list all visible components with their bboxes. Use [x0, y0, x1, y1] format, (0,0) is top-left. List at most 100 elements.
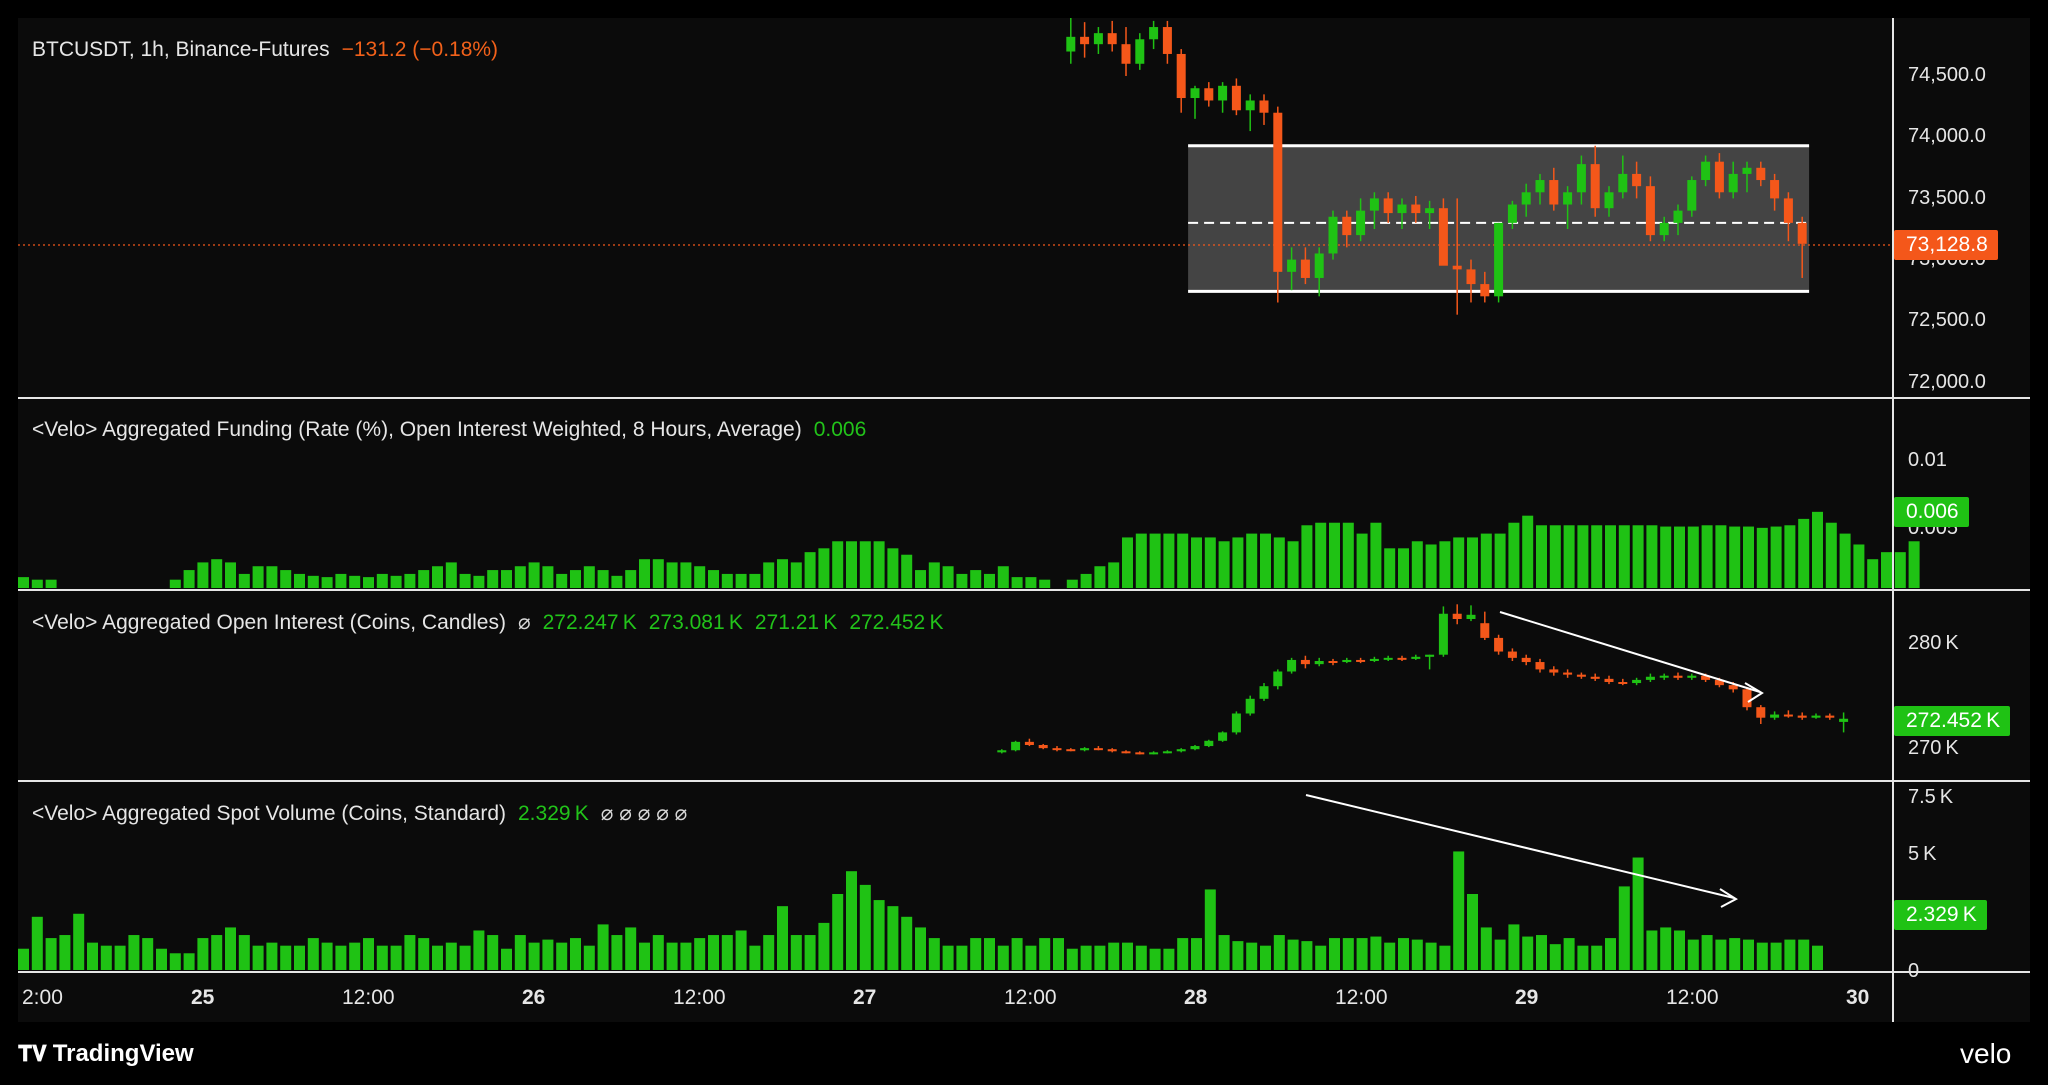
funding-bar: [749, 573, 761, 588]
volume-bar: [694, 938, 706, 970]
funding-bar: [1439, 541, 1451, 588]
volume-bar: [542, 939, 554, 970]
volume-bar: [1370, 936, 1382, 970]
volume-bar: [639, 942, 650, 970]
chart-canvas[interactable]: [0, 0, 2048, 1085]
volume-bar: [583, 945, 595, 970]
funding-bar: [528, 562, 540, 588]
volume-bar: [846, 871, 857, 970]
volume-bar: [183, 953, 195, 970]
funding-bar: [1149, 533, 1161, 588]
funding-bar: [1273, 537, 1285, 588]
oi-candle: [1369, 658, 1379, 661]
tradingview-logo[interactable]: 𝐓𝐕 TradingView: [18, 1040, 194, 1068]
volume-bar: [1701, 935, 1713, 970]
volume-bar: [625, 927, 637, 970]
funding-bar: [1715, 525, 1727, 588]
volume-bar: [238, 935, 250, 970]
oi-candle: [1728, 685, 1738, 690]
volume-bar: [1577, 945, 1589, 970]
time-tick-label: 30: [1846, 986, 1870, 1009]
price-candle: [1645, 186, 1655, 236]
price-candle: [1783, 198, 1793, 223]
volume-bar: [225, 927, 236, 970]
volume-bar: [1398, 938, 1409, 970]
funding-bar: [363, 577, 374, 588]
oi-candle: [1549, 669, 1559, 673]
oi-candle: [1811, 715, 1821, 718]
funding-bar: [570, 570, 581, 588]
price-candle: [1466, 269, 1476, 285]
volume-bar: [1329, 938, 1340, 970]
volume-bar: [1756, 942, 1768, 970]
oi-candle: [1770, 714, 1780, 718]
funding-bar: [873, 541, 885, 588]
volume-bar: [1646, 930, 1658, 970]
volume-bar: [18, 948, 29, 970]
funding-bar: [1536, 525, 1547, 588]
price-candle: [1673, 210, 1683, 223]
funding-bar: [1411, 541, 1423, 588]
volume-bar: [1301, 941, 1313, 970]
oi-empty-symbol: ⌀: [517, 611, 531, 634]
volume-bar: [1522, 936, 1534, 970]
volume-bar: [128, 935, 140, 970]
volume-bar: [1039, 938, 1051, 970]
oi-candle: [1604, 678, 1614, 682]
funding-bar: [211, 559, 223, 588]
oi-candle: [1576, 674, 1586, 677]
volume-bar: [1715, 939, 1727, 970]
volume-bar: [859, 884, 871, 970]
funding-bar: [818, 548, 830, 588]
time-tick-label: 25: [191, 986, 215, 1009]
volume-bar: [514, 935, 526, 970]
price-candle: [1162, 27, 1172, 54]
price-candle: [1618, 173, 1628, 193]
price-candle: [1066, 36, 1076, 52]
funding-bar: [1867, 559, 1879, 588]
volume-bar: [1163, 948, 1175, 970]
volume-bar: [1508, 924, 1520, 970]
oi-candle: [1783, 714, 1793, 717]
price-candle: [1411, 204, 1421, 214]
chart-frame: BTCUSDT, 1h, Binance-Futures −131.2 (−0.1…: [0, 0, 2048, 1085]
funding-bar: [1039, 579, 1051, 588]
price-candle: [1342, 216, 1352, 236]
volume-bar: [804, 935, 816, 970]
volume-bar: [1536, 935, 1547, 970]
volume-tick-label: 5 K: [1908, 843, 1937, 865]
funding-bar: [1660, 526, 1672, 588]
volume-bar: [1287, 939, 1299, 970]
oi-candle: [1480, 623, 1490, 638]
funding-bar: [1467, 537, 1478, 588]
volume-bar: [997, 945, 1009, 970]
price-candle: [1507, 204, 1517, 223]
funding-bar: [666, 562, 678, 588]
volume-bar: [321, 942, 333, 970]
volume-bar: [1232, 941, 1244, 970]
volume-bar: [390, 945, 402, 970]
funding-bar: [790, 562, 802, 588]
oi-candle: [1218, 732, 1228, 741]
volume-bar: [114, 945, 126, 970]
funding-bar: [1632, 525, 1644, 588]
volume-bar: [1177, 938, 1189, 970]
funding-bar: [763, 562, 775, 588]
funding-bar: [473, 575, 485, 588]
funding-title: <Velo> Aggregated Funding (Rate (%), Ope…: [32, 418, 802, 441]
funding-bar: [859, 541, 871, 588]
volume-bar: [1315, 945, 1327, 970]
oi-candle: [1590, 676, 1600, 679]
funding-bar: [1315, 522, 1327, 588]
volume-bar: [1025, 945, 1037, 970]
price-candle: [1632, 173, 1642, 187]
volume-bar: [1563, 938, 1575, 970]
funding-bar: [1729, 526, 1741, 588]
funding-bar: [335, 573, 347, 588]
oi-candle: [1383, 657, 1393, 660]
volume-bar: [721, 935, 733, 970]
funding-bar: [1508, 522, 1520, 588]
oi-candle: [1300, 659, 1310, 665]
funding-bar: [1122, 537, 1133, 588]
price-change-label: −131.2 (−0.18%): [341, 38, 499, 61]
